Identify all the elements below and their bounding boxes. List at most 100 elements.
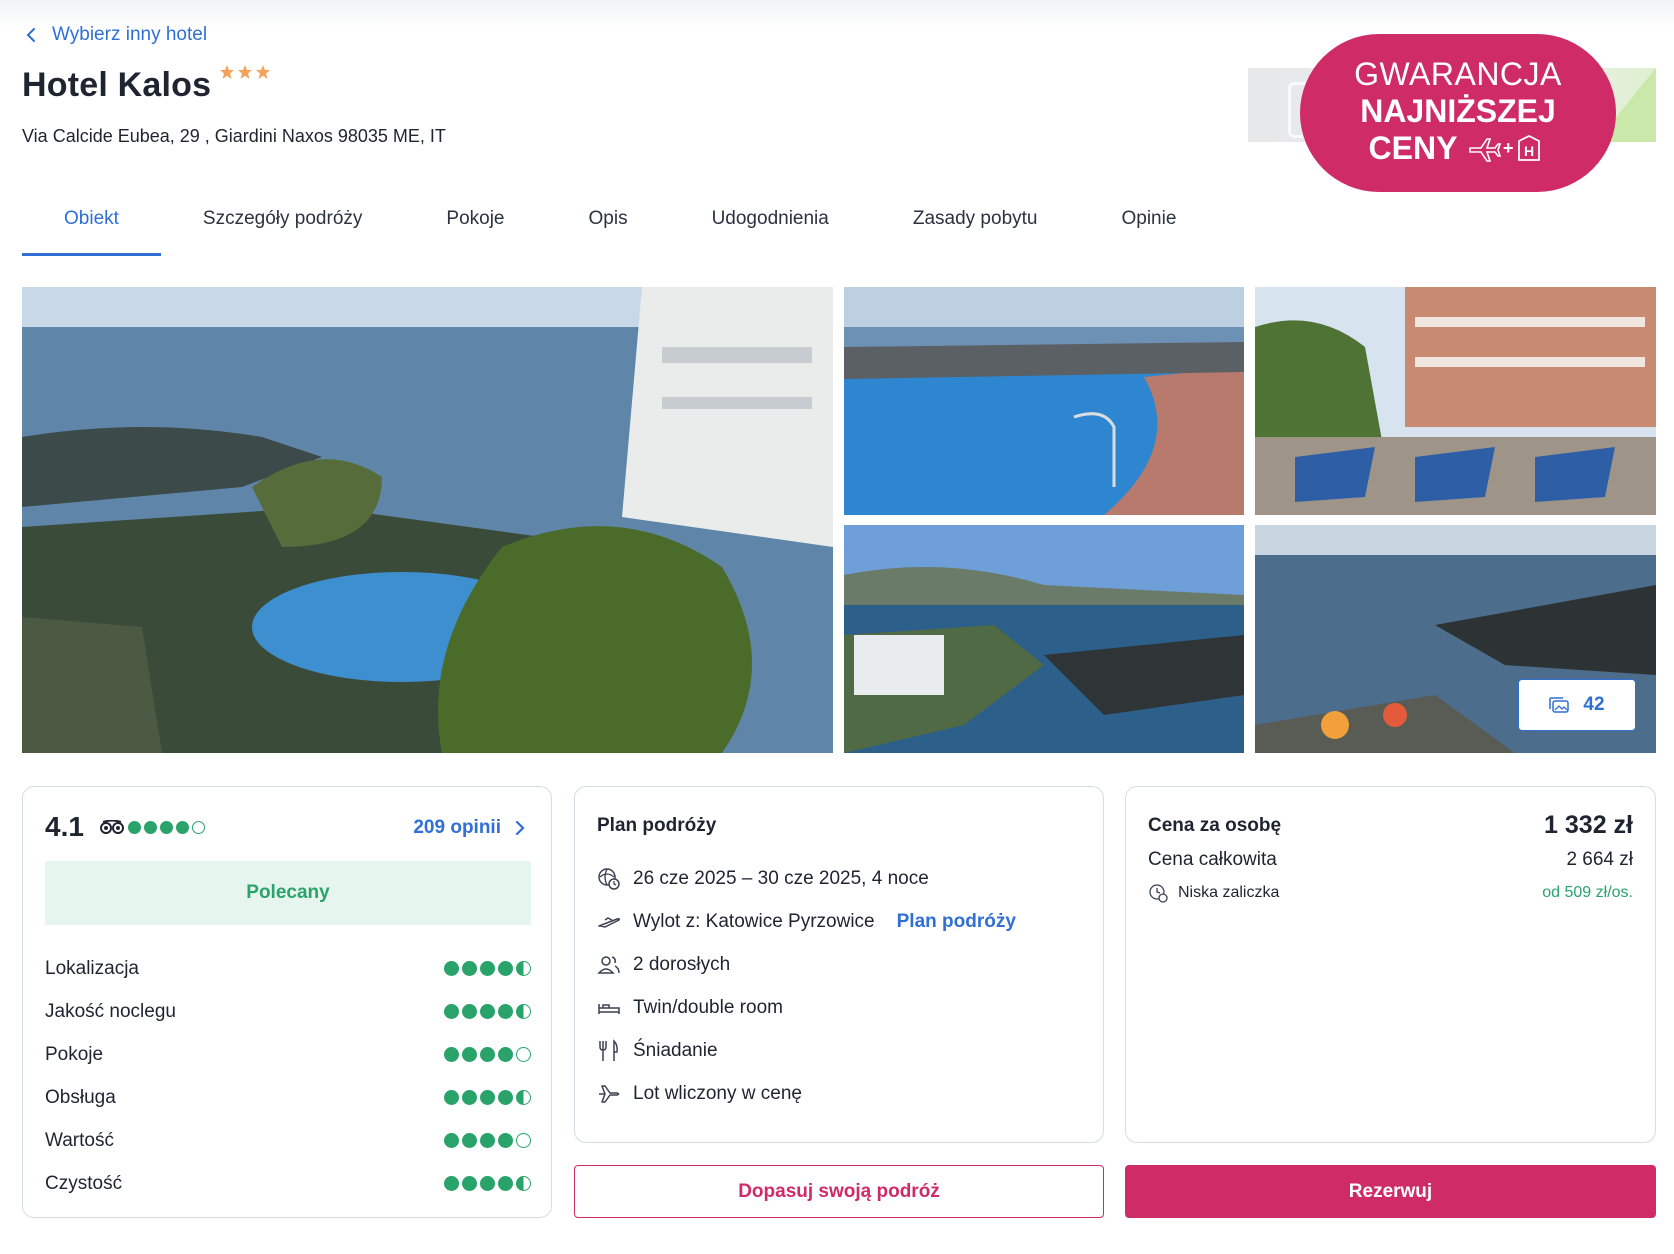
trip-plan-link[interactable]: Plan podróży xyxy=(897,911,1016,933)
overall-rating xyxy=(99,820,205,834)
trip-plan-list: 26 cze 2025 – 30 cze 2025, 4 noce Wylot … xyxy=(597,857,1016,1115)
all-photos-button[interactable]: 42 xyxy=(1518,679,1636,731)
room-type: Twin/double room xyxy=(633,996,783,1018)
hotel-header: Hotel Kalos xyxy=(22,64,271,105)
deposit-row: Niska zaliczka od 509 zł/os. xyxy=(1148,883,1633,903)
price-per-person-row: Cena za osobę 1 332 zł xyxy=(1148,811,1633,840)
price-total-row: Cena całkowita 2 664 zł xyxy=(1148,849,1633,871)
price-total-value: 2 664 zł xyxy=(1566,849,1633,870)
chevron-left-icon xyxy=(26,28,35,42)
price-card: Cena za osobę 1 332 zł Cena całkowita 2 … xyxy=(1125,786,1656,1143)
rating-score: 4.1 xyxy=(45,811,84,842)
tripadvisor-owl-icon xyxy=(99,820,124,834)
gallery-photo-pool[interactable] xyxy=(844,287,1244,515)
back-link[interactable]: Wybierz inny hotel xyxy=(24,24,207,46)
photo-gallery: 42 xyxy=(22,287,1656,753)
chevron-right-icon xyxy=(515,820,525,836)
hotel-address: Via Calcide Eubea, 29 , Giardini Naxos 9… xyxy=(22,126,446,146)
room-row: Twin/double room xyxy=(597,986,1016,1029)
gallery-main-photo[interactable] xyxy=(22,287,833,753)
calendar-globe-icon xyxy=(598,867,620,890)
best-price-guarantee-badge: GWARANCJA NAJNIŻSZEJ CENY + H xyxy=(1300,34,1616,192)
rating-row-dots xyxy=(444,1090,531,1105)
tab-pokoje[interactable]: Pokoje xyxy=(404,196,546,256)
plane-departure-icon xyxy=(598,916,620,928)
rating-row: Czystość xyxy=(45,1162,531,1205)
section-tabs: Obiekt Szczegóły podróży Pokoje Opis Udo… xyxy=(22,196,1218,256)
book-button[interactable]: Rezerwuj xyxy=(1125,1165,1656,1218)
cutlery-icon xyxy=(599,1038,618,1061)
flight-included: Lot wliczony w cenę xyxy=(633,1082,802,1104)
hotel-name: Hotel Kalos xyxy=(22,66,212,104)
rating-row-dots xyxy=(444,1176,531,1191)
guarantee-h: H xyxy=(1524,143,1534,159)
price-total-label: Cena całkowita xyxy=(1148,849,1277,870)
price-per-person-label: Cena za osobę xyxy=(1148,814,1282,836)
reviews-count: 209 opinii xyxy=(413,817,501,838)
guarantee-line1: GWARANCJA xyxy=(1354,56,1562,92)
guarantee-line2: NAJNIŻSZEJ xyxy=(1360,93,1556,129)
trip-plan-card: Plan podróży 26 cze 2025 – 30 cze 2025, … xyxy=(574,786,1104,1143)
rating-row-label: Jakość noclegu xyxy=(45,1000,176,1022)
star-icon xyxy=(256,65,271,79)
rating-row: Pokoje xyxy=(45,1033,531,1076)
tab-obiekt[interactable]: Obiekt xyxy=(22,196,161,256)
rating-row-label: Wartość xyxy=(45,1129,114,1151)
rating-row-label: Obsługa xyxy=(45,1086,116,1108)
rating-card: 4.1 209 opinii Polecany Lokalizacja Jako… xyxy=(22,786,552,1218)
star-icon xyxy=(220,65,235,79)
deposit-label: Niska zaliczka xyxy=(1178,884,1280,901)
guests-row: 2 dorosłych xyxy=(597,943,1016,986)
departure-airport: Wylot z: Katowice Pyrzowice xyxy=(633,910,875,932)
bed-icon xyxy=(598,1003,620,1014)
rating-summary: 4.1 xyxy=(45,811,205,843)
rating-row: Wartość xyxy=(45,1119,531,1162)
trip-plan-title: Plan podróży xyxy=(597,815,717,836)
rating-row-dots xyxy=(444,1047,531,1062)
rating-row-label: Lokalizacja xyxy=(45,957,139,979)
overall-rating-dots xyxy=(127,820,205,834)
flight-row: Lot wliczony w cenę xyxy=(597,1072,1016,1115)
departure-row: Wylot z: Katowice Pyrzowice Plan podróży xyxy=(597,900,1016,943)
deposit-value: od 509 zł/os. xyxy=(1542,884,1633,901)
rating-row-dots xyxy=(444,961,531,976)
deposit-label-group: Niska zaliczka xyxy=(1148,883,1279,903)
rating-row-label: Czystość xyxy=(45,1172,123,1194)
rating-row: Jakość noclegu xyxy=(45,990,531,1033)
tab-zasady-pobytu[interactable]: Zasady pobytu xyxy=(871,196,1080,256)
rating-row: Obsługa xyxy=(45,1076,531,1119)
recommended-badge: Polecany xyxy=(45,861,531,925)
rating-categories: Lokalizacja Jakość noclegu Pokoje Obsług… xyxy=(45,947,531,1205)
guarantee-line3: CENY + H xyxy=(1300,130,1616,166)
gallery-photo-terrace[interactable] xyxy=(1255,287,1656,515)
guests-count: 2 dorosłych xyxy=(633,953,731,975)
gallery-photo-coast[interactable] xyxy=(844,525,1244,753)
guarantee-line3-text: CENY xyxy=(1368,130,1458,166)
top-shade xyxy=(0,0,1674,28)
trip-dates: 26 cze 2025 – 30 cze 2025, 4 noce xyxy=(633,867,929,889)
photos-icon xyxy=(1549,697,1570,713)
tab-opinie[interactable]: Opinie xyxy=(1079,196,1218,256)
rating-row: Lokalizacja xyxy=(45,947,531,990)
plane-icon xyxy=(599,1084,620,1103)
tab-szczegoly-podrozy[interactable]: Szczegóły podróży xyxy=(161,196,404,256)
star-icon xyxy=(238,65,253,79)
board-row: Śniadanie xyxy=(597,1029,1016,1072)
rating-row-dots xyxy=(444,1133,531,1148)
reviews-link[interactable]: 209 opinii xyxy=(413,817,525,839)
guarantee-plus: + xyxy=(1503,138,1514,158)
users-icon xyxy=(597,955,620,974)
customize-trip-button[interactable]: Dopasuj swoją podróż xyxy=(574,1165,1104,1218)
rating-row-dots xyxy=(444,1004,531,1019)
price-per-person-value: 1 332 zł xyxy=(1544,811,1633,839)
photo-count: 42 xyxy=(1583,694,1605,715)
board-type: Śniadanie xyxy=(633,1039,718,1061)
deposit-icon xyxy=(1149,884,1168,903)
tab-opis[interactable]: Opis xyxy=(547,196,670,256)
hotel-stars xyxy=(219,64,271,80)
flight-plus-hotel-icon: + H xyxy=(1469,134,1541,162)
rating-row-label: Pokoje xyxy=(45,1043,104,1065)
back-link-label: Wybierz inny hotel xyxy=(52,24,208,45)
tab-udogodnienia[interactable]: Udogodnienia xyxy=(670,196,871,256)
trip-dates-row: 26 cze 2025 – 30 cze 2025, 4 noce xyxy=(597,857,1016,900)
